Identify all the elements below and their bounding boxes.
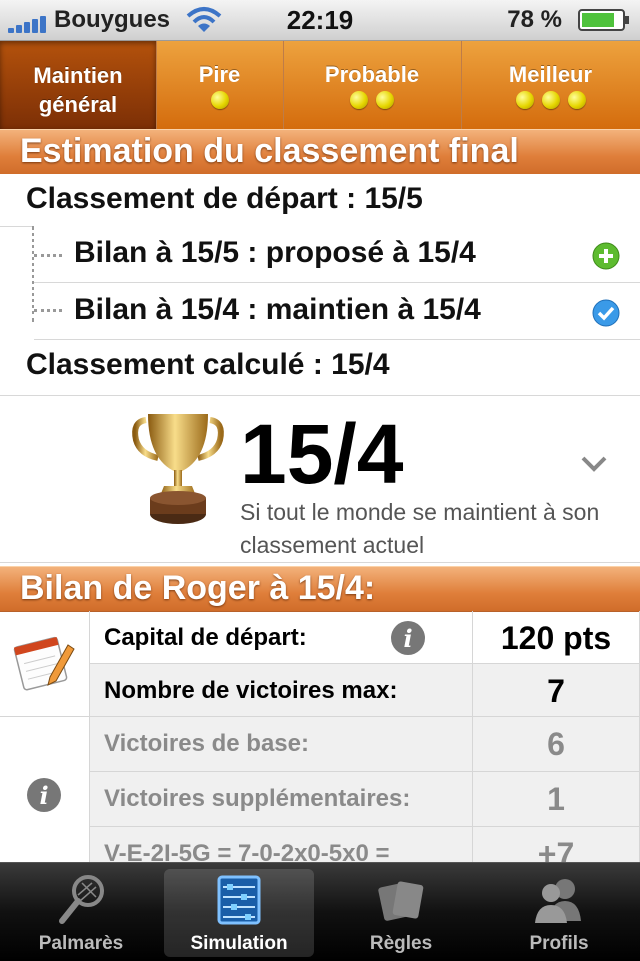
- info-cell: i: [0, 717, 90, 867]
- row-label: Nombre de victoires max:: [90, 664, 473, 717]
- tab-profils[interactable]: Profils: [484, 869, 634, 957]
- tennis-ball-icon: [210, 91, 229, 109]
- segment-meilleur[interactable]: Meilleur: [461, 41, 640, 129]
- tennis-racket-icon: [59, 875, 104, 924]
- abacus-icon: [217, 875, 261, 925]
- tennis-ball-icon: [541, 91, 560, 109]
- tab-label: Simulation: [190, 933, 288, 954]
- info-icon[interactable]: i: [26, 777, 62, 813]
- tree-branch: [34, 309, 62, 312]
- trophy-icon: [132, 414, 224, 524]
- section-title: Bilan de Roger à 15/4:: [20, 569, 376, 607]
- segment-label: Probable: [324, 62, 420, 87]
- result-note: Si tout le monde se maintient à son clas…: [240, 499, 600, 558]
- cards-icon: [378, 881, 424, 921]
- segment-maintien-general[interactable]: Maintien général: [0, 41, 157, 129]
- step-row-1[interactable]: Bilan à 15/5 : proposé à 15/4: [34, 226, 640, 283]
- tab-label: Règles: [369, 933, 433, 954]
- tab-simulation[interactable]: Simulation: [164, 869, 314, 957]
- tab-palmares[interactable]: Palmarès: [6, 869, 156, 957]
- row-label: Victoires de base:: [90, 717, 473, 772]
- result-card[interactable]: 15/4 Si tout le monde se maintient à son…: [0, 396, 640, 563]
- start-rank-row: Classement de départ : 15/5: [0, 174, 640, 227]
- notepad-icon: [13, 636, 75, 691]
- final-rank: 15/4: [240, 407, 404, 501]
- tennis-ball-icon: [567, 91, 586, 109]
- row-label: Capital de départ:: [104, 624, 307, 651]
- info-icon[interactable]: i: [390, 620, 426, 656]
- segment-pire[interactable]: Pire: [156, 41, 284, 129]
- tab-regles[interactable]: Règles: [326, 869, 476, 957]
- step-text: Bilan à 15/4 : maintien à 15/4: [74, 293, 481, 326]
- svg-text:i: i: [403, 624, 412, 653]
- row-value: 6: [473, 717, 640, 772]
- tab-bar: Palmarès Simulation Règles Profils: [0, 862, 640, 961]
- segment-label: général: [38, 92, 118, 117]
- section-title: Estimation du classement final: [20, 132, 519, 170]
- estimation-section-header: Estimation du classement final: [0, 129, 640, 175]
- svg-text:i: i: [39, 781, 48, 810]
- step-text: Bilan à 15/5 : proposé à 15/4: [74, 236, 476, 269]
- scenario-segmented-control: Maintien général Pire Probable Meilleur: [0, 41, 640, 131]
- segment-label: Meilleur: [508, 62, 593, 87]
- tab-label: Profils: [529, 933, 589, 954]
- chevron-down-icon[interactable]: [580, 454, 608, 474]
- computed-rank-row: Classement calculé : 15/4: [0, 340, 640, 396]
- tennis-ball-icon: [515, 91, 534, 109]
- computed-rank-text: Classement calculé : 15/4: [26, 348, 390, 381]
- row-label: Victoires supplémentaires:: [90, 772, 473, 827]
- tennis-ball-icon: [350, 91, 368, 109]
- status-bar: Bouygues 22:19 78 %: [0, 0, 640, 41]
- row-value: 7: [473, 664, 640, 717]
- table-row: Capital de départ: i: [90, 611, 473, 664]
- battery-percent: 78 %: [507, 6, 562, 33]
- row-value: 1: [473, 772, 640, 827]
- people-icon: [535, 879, 581, 923]
- segment-probable[interactable]: Probable: [283, 41, 462, 129]
- segment-label: Pire: [198, 62, 241, 87]
- start-rank-text: Classement de départ : 15/5: [26, 182, 423, 215]
- checkmark-icon: [592, 299, 620, 327]
- segment-label: Maintien: [33, 63, 123, 88]
- tab-label: Palmarès: [38, 933, 124, 954]
- notepad-cell: [0, 611, 90, 717]
- bilan-section-header: Bilan de Roger à 15/4:: [0, 566, 640, 612]
- tree-branch: [34, 254, 62, 257]
- step-row-2[interactable]: Bilan à 15/4 : maintien à 15/4: [34, 283, 640, 340]
- plus-icon: [592, 242, 620, 270]
- tennis-ball-icon: [376, 91, 394, 109]
- battery-icon: [578, 9, 629, 31]
- row-value: 120 pts: [473, 611, 640, 664]
